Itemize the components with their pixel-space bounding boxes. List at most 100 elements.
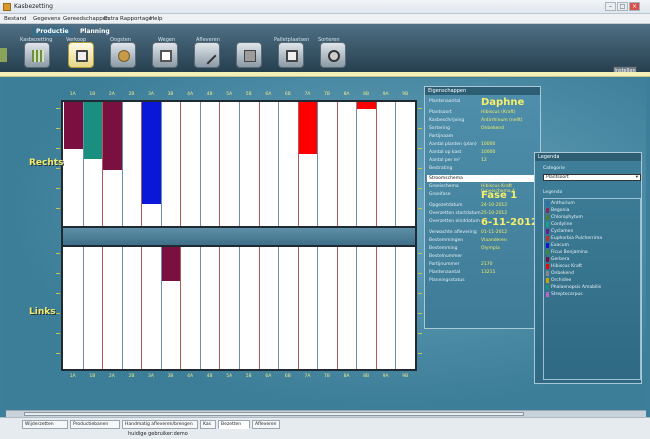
column-label: 5B	[245, 92, 252, 97]
column-label: 3B	[167, 92, 174, 97]
bench-divider	[395, 102, 397, 226]
legend-item-label: Anthurium	[551, 201, 575, 206]
app-icon	[3, 3, 11, 11]
plant-batch-bar[interactable]	[161, 247, 181, 282]
plant-batch-bar[interactable]	[64, 102, 83, 150]
column-label: 8A	[343, 92, 350, 97]
horizontal-scrollbar[interactable]	[6, 410, 646, 417]
property-value: 01-11-2012	[481, 230, 508, 235]
bench-divider	[297, 247, 299, 369]
property-label: Groeifase	[429, 192, 451, 197]
screen-button[interactable]	[278, 42, 304, 68]
bench-tick	[56, 353, 60, 354]
legend-category-label: Categorie	[543, 166, 565, 171]
pot-button[interactable]	[152, 42, 178, 68]
status-tab[interactable]: Handmatig afleveren/brengen	[122, 420, 198, 429]
legend-item: Orchidee	[546, 278, 571, 284]
column-label: 2A	[108, 374, 115, 379]
legend-item: Anthurium	[546, 201, 575, 207]
property-label: Sortering	[429, 126, 450, 131]
info-strip	[0, 72, 650, 77]
property-label: Bestelnummer	[429, 254, 463, 259]
bench-divider	[375, 247, 377, 369]
legend-swatch	[546, 278, 549, 283]
pot-plant-icon	[76, 50, 88, 62]
legend-item-label: Orchidee	[551, 278, 572, 283]
bench-divider	[141, 247, 143, 369]
status-tab[interactable]: Wijderzetten	[22, 420, 68, 429]
legend-swatch	[546, 201, 549, 206]
plant-batch-bar[interactable]	[83, 102, 103, 160]
bench-divider	[258, 247, 260, 369]
legend-category-select[interactable]: Plantsoort ▾	[543, 174, 641, 181]
column-label: 2A	[108, 92, 115, 97]
window-title: Kasbezetting	[14, 3, 53, 10]
boxes-button[interactable]	[236, 42, 262, 68]
bench-divider	[317, 102, 319, 226]
menu-rapportage[interactable]: Rapportage	[120, 16, 152, 22]
plant-batch-bar[interactable]	[357, 102, 376, 110]
bench-tick	[56, 333, 60, 334]
legend-item-label: Phalaenopsis Amabilis	[551, 285, 602, 290]
tab-planning[interactable]: Planning	[76, 27, 114, 36]
pot-plant-button[interactable]	[68, 42, 94, 68]
column-label: 5B	[245, 374, 252, 379]
property-label: Opgezetdatum	[429, 203, 463, 208]
close-button[interactable]: ×	[629, 2, 640, 11]
menu-help[interactable]: Help	[150, 16, 163, 22]
legend-swatch	[546, 264, 549, 269]
property-label: Bestrating	[429, 166, 453, 171]
bench-tick	[418, 168, 422, 169]
status-tab[interactable]: Bezetten	[218, 420, 250, 429]
status-bar: Wijderzetten Productiebanen Handmatig afle…	[0, 417, 650, 439]
plant-batch-bar[interactable]	[103, 102, 122, 171]
status-tab[interactable]: Productiebanen	[70, 420, 120, 429]
bench-rechts[interactable]	[61, 100, 417, 228]
bench-links[interactable]	[61, 245, 417, 371]
legend-item-label: Exacum	[551, 243, 569, 248]
bench-tick	[418, 313, 422, 314]
ribbon-left-arrow[interactable]	[0, 48, 7, 62]
seed-tray-button[interactable]	[24, 42, 50, 68]
disc-button[interactable]	[320, 42, 346, 68]
maximize-button[interactable]: □	[617, 2, 628, 11]
property-value: Antirrhinum (nellt)	[481, 118, 523, 123]
legend-item-label: Euphorbia Pulcherrima	[551, 236, 603, 241]
column-label: 9B	[402, 374, 409, 379]
status-tab[interactable]: Afleveren	[252, 420, 280, 429]
property-label: Planningsstatus	[429, 278, 465, 283]
seed-button[interactable]	[110, 42, 136, 68]
minimize-button[interactable]: –	[605, 2, 616, 11]
property-label: Kasbeschrijving	[429, 118, 465, 123]
menu-bar: Bestand Gegevens Gereedschappen Extra Ra…	[0, 14, 650, 24]
column-label: 9A	[382, 92, 389, 97]
properties-section-header: Stroomschema	[427, 175, 539, 182]
property-label: Plantenaantal	[429, 270, 461, 275]
screen-icon	[286, 50, 298, 62]
bench-rail	[61, 228, 417, 245]
bench-divider	[219, 247, 221, 369]
column-label: 6A	[265, 92, 272, 97]
side-label-rechts: Rechts	[29, 158, 64, 168]
status-tab[interactable]: Kas	[200, 420, 216, 429]
legend-item: Onbekend	[546, 271, 574, 277]
menu-extra[interactable]: Extra	[104, 16, 119, 22]
tab-productie[interactable]: Productie	[32, 27, 73, 36]
menu-bestand[interactable]: Bestand	[4, 16, 27, 22]
chevron-down-icon: ▾	[635, 175, 638, 180]
legend-swatch	[546, 250, 549, 255]
bench-tick	[56, 128, 60, 129]
properties-panel: Eigenschappen Plantenaantal Daphne Plantso…	[424, 86, 541, 329]
needle-button[interactable]	[194, 42, 220, 68]
legend-item-label: Chlorophytum	[551, 215, 583, 220]
bench-divider	[180, 102, 182, 226]
menu-gereedschappen[interactable]: Gereedschappen	[63, 16, 110, 22]
bench-tick	[56, 313, 60, 314]
scrollbar-thumb[interactable]	[24, 412, 524, 416]
column-label: 7B	[324, 92, 330, 97]
plant-batch-bar[interactable]	[298, 102, 318, 155]
plant-batch-bar[interactable]	[142, 102, 161, 204]
menu-gegevens[interactable]: Gegevens	[33, 16, 61, 22]
column-label: 3A	[148, 374, 154, 379]
bench-divider	[317, 247, 319, 369]
